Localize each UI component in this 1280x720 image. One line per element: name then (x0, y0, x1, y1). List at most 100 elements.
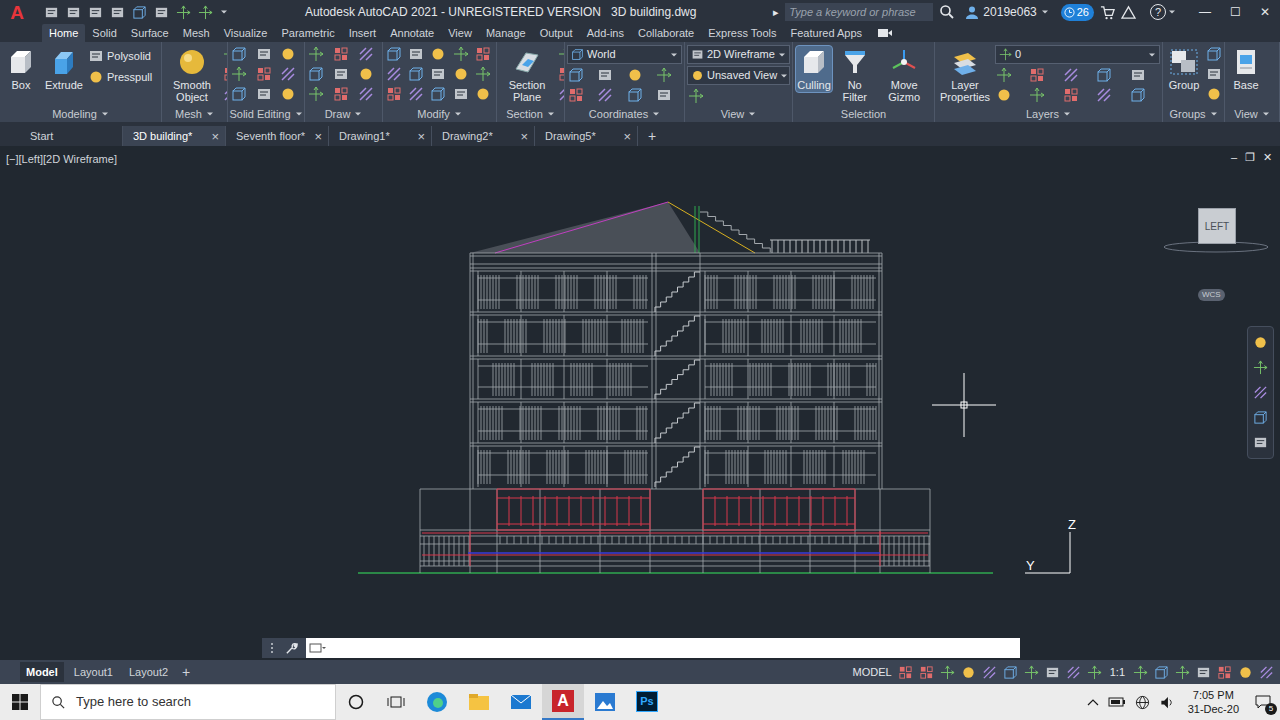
tool-icon[interactable] (1096, 87, 1112, 103)
tool-icon[interactable] (308, 66, 324, 82)
ribbon-panel-label[interactable]: Selection (793, 106, 934, 122)
file-tab[interactable]: Drawing5*× (535, 126, 638, 146)
tool-icon[interactable] (475, 66, 491, 82)
status-tool-icon[interactable] (1238, 665, 1253, 680)
ribbon-tab[interactable]: Manage (479, 24, 533, 42)
status-tool-icon[interactable] (919, 665, 934, 680)
ribbon-large-button[interactable]: Culling (795, 45, 833, 93)
ribbon-panel-label[interactable]: Coordinates (565, 106, 684, 122)
tool-icon[interactable] (475, 86, 491, 102)
help-search-field[interactable]: Type a keyword or phrase (785, 3, 933, 21)
window-control-button[interactable]: ☐ (1220, 3, 1250, 21)
status-tool-icon[interactable] (1175, 665, 1190, 680)
ribbon-tab[interactable]: Home (42, 24, 85, 42)
tool-icon[interactable] (627, 87, 643, 103)
ribbon-small-button[interactable]: Presspull (88, 69, 152, 85)
status-tool-icon[interactable] (1154, 665, 1169, 680)
tray-overflow-icon[interactable] (1087, 698, 1099, 706)
quick-access-icon[interactable] (176, 5, 191, 20)
tool-icon[interactable] (996, 67, 1012, 83)
ribbon-panel-label[interactable]: Mesh (162, 106, 227, 122)
status-tool-icon[interactable] (1066, 665, 1081, 680)
ribbon-tab[interactable]: Output (533, 24, 580, 42)
annotation-scale[interactable]: 1:1 (1110, 664, 1125, 681)
tool-icon[interactable] (691, 69, 704, 82)
status-tool-icon[interactable] (940, 665, 955, 680)
cortana-icon[interactable] (348, 694, 364, 710)
help-button[interactable]: ? (1150, 4, 1176, 20)
caret-icon[interactable] (454, 110, 462, 118)
navigation-tool-icon[interactable] (1253, 335, 1268, 350)
viewcube[interactable]: LEFT (1198, 208, 1236, 244)
tool-icon[interactable] (558, 86, 565, 102)
quick-access-icon[interactable] (44, 5, 59, 20)
tool-icon[interactable] (453, 46, 469, 62)
caret-icon[interactable] (1210, 110, 1218, 118)
caret-icon[interactable] (1148, 51, 1156, 59)
tab-close-button[interactable]: × (314, 130, 322, 143)
tool-icon[interactable] (256, 66, 272, 82)
tool-icon[interactable] (408, 66, 424, 82)
ribbon-large-button[interactable]: Box (2, 45, 40, 93)
caret-icon[interactable] (1041, 8, 1049, 16)
navigation-tool-icon[interactable] (1253, 435, 1268, 450)
search-icon[interactable] (939, 4, 955, 20)
tool-icon[interactable] (1130, 67, 1146, 83)
tab-close-button[interactable]: × (623, 130, 631, 143)
status-tool-icon[interactable] (1024, 665, 1039, 680)
volume-icon[interactable] (1159, 695, 1175, 710)
file-tab[interactable]: Drawing2*× (432, 126, 535, 146)
ribbon-panel-label[interactable]: Section (497, 106, 564, 122)
ribbon-panel-label[interactable]: Draw (305, 106, 382, 122)
window-control-button[interactable]: ✕ (1250, 3, 1280, 21)
file-tab[interactable]: Start (20, 126, 123, 146)
ribbon-tab[interactable]: Annotate (383, 24, 441, 42)
status-tool-icon[interactable] (1003, 665, 1018, 680)
subscription-badge[interactable]: 26 (1061, 4, 1094, 21)
file-tab[interactable]: Drawing1*× (329, 126, 432, 146)
tool-icon[interactable] (280, 46, 296, 62)
caret-icon[interactable] (1262, 110, 1270, 118)
tool-icon[interactable] (597, 67, 613, 83)
window-control-button[interactable]: — (1190, 3, 1220, 21)
ribbon-tab[interactable]: Add-ins (580, 24, 631, 42)
ribbon-large-button[interactable]: Extrude (42, 45, 86, 93)
status-tool-icon[interactable] (961, 665, 976, 680)
ribbon-panel-label[interactable]: Layers (935, 106, 1162, 122)
caret-icon[interactable] (778, 51, 786, 59)
status-tool-icon[interactable] (1217, 665, 1232, 680)
tool-icon[interactable] (358, 86, 374, 102)
tab-close-button[interactable]: × (417, 130, 425, 143)
caret-icon[interactable] (748, 110, 756, 118)
navigation-tool-icon[interactable] (1253, 385, 1268, 400)
ribbon-tab[interactable]: Surface (124, 24, 176, 42)
tool-icon[interactable] (1063, 67, 1079, 83)
layout-tab[interactable]: Model (20, 662, 64, 682)
caret-icon[interactable] (1168, 8, 1176, 16)
tool-icon[interactable] (691, 48, 704, 61)
tool-icon[interactable] (453, 66, 469, 82)
tool-icon[interactable] (1029, 67, 1045, 83)
caret-icon[interactable] (780, 72, 788, 80)
status-tool-icon[interactable] (982, 665, 997, 680)
quick-access-icon[interactable] (110, 5, 125, 20)
tool-icon[interactable] (231, 66, 247, 82)
navigation-tool-icon[interactable] (1253, 410, 1268, 425)
status-tool-icon[interactable] (898, 665, 913, 680)
tool-icon[interactable] (656, 87, 672, 103)
video-icon[interactable] (877, 28, 893, 38)
caret-icon[interactable] (206, 110, 214, 118)
tool-icon[interactable] (1206, 46, 1222, 62)
caret-icon[interactable] (670, 51, 678, 59)
caret-icon[interactable] (1063, 110, 1071, 118)
tab-close-button[interactable]: × (520, 130, 528, 143)
network-icon[interactable] (1135, 695, 1150, 710)
tool-icon[interactable] (88, 48, 104, 64)
tool-icon[interactable] (386, 86, 402, 102)
tab-close-button[interactable]: × (211, 130, 219, 143)
new-tab-button[interactable]: + (638, 126, 666, 146)
caret-icon[interactable] (547, 110, 555, 118)
edge-icon[interactable] (426, 691, 448, 713)
caret-icon[interactable] (295, 110, 303, 118)
ribbon-tab[interactable]: Collaborate (631, 24, 701, 42)
